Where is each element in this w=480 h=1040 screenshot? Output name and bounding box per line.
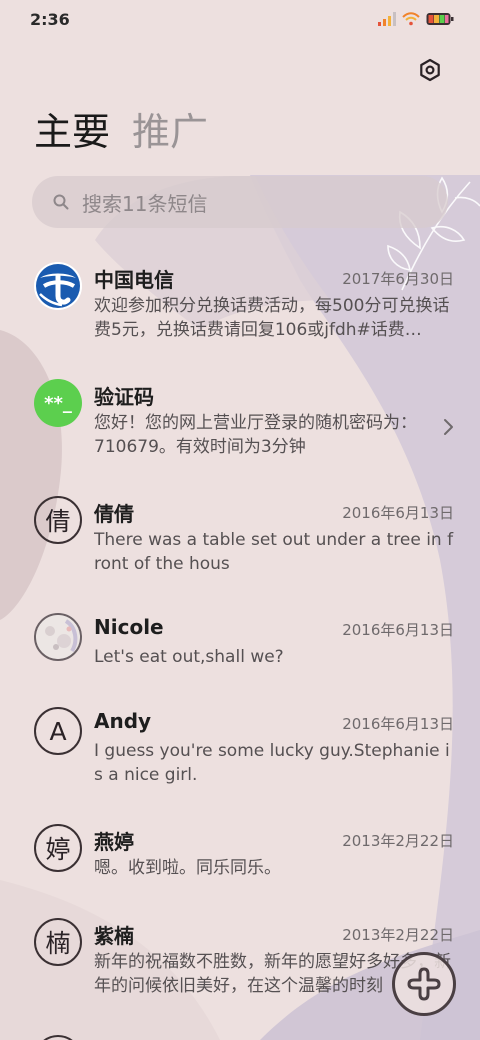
conversation-name: Andy — [94, 709, 152, 733]
status-time: 2:36 — [30, 10, 70, 29]
conversation-name: 倩倩 — [94, 502, 134, 526]
verification-code-avatar: **_ — [34, 379, 82, 427]
avatar-letter: 倩 — [45, 507, 71, 536]
conversation-list: 中国电信 2017年6月30日 欢迎参加积分兑换话费活动，每500分可兑换话费5… — [0, 240, 480, 1040]
conversation-preview: 嗯。收到啦。同乐同乐。 — [94, 858, 281, 878]
avatar-letter: 楠 — [45, 929, 71, 958]
tab-primary[interactable]: 主要 — [34, 106, 110, 158]
avatar-letter: 婷 — [45, 835, 71, 864]
avatar — [34, 1035, 82, 1040]
conversation-name: Nicole — [94, 615, 164, 639]
search-icon — [52, 193, 70, 211]
conversation-item-qianqian[interactable]: 倩 倩倩 2016年6月13日 There was a table set ou… — [0, 474, 480, 590]
conversation-date: 2016年6月13日 — [342, 504, 454, 522]
settings-button[interactable] — [414, 54, 446, 86]
avatar: 婷 — [34, 824, 82, 872]
avatar: 楠 — [34, 918, 82, 966]
conversation-name: 中国电信 — [94, 268, 174, 292]
signal-icon — [378, 12, 396, 26]
search-input[interactable]: 搜索11条短信 — [32, 176, 448, 228]
wifi-icon — [402, 12, 420, 26]
conversation-item-nicole[interactable]: Nicole 2016年6月13日 Let's eat out,shall we… — [0, 591, 480, 684]
settings-icon — [420, 58, 440, 82]
conversation-date: 2013年2月22日 — [342, 832, 454, 850]
avatar-text: **_ — [44, 392, 72, 414]
conversation-date: 2016年6月13日 — [342, 621, 454, 639]
avatar: A — [34, 707, 82, 755]
conversation-name: 燕婷 — [94, 830, 134, 854]
conversation-preview: Let's eat out,shall we? — [94, 647, 284, 667]
conversation-date: 2017年6月30日 — [342, 270, 454, 288]
china-telecom-logo-icon — [34, 262, 82, 310]
conversation-item-verification-code[interactable]: **_ 验证码 您好！您的网上营业厅登录的随机密码为：710679。有效时间为3… — [0, 357, 480, 473]
conversation-preview: 您好！您的网上营业厅登录的随机密码为：710679。有效时间为3分钟 — [94, 413, 417, 457]
conversation-item-china-telecom[interactable]: 中国电信 2017年6月30日 欢迎参加积分兑换话费活动，每500分可兑换话费5… — [0, 240, 480, 356]
search-placeholder: 搜索11条短信 — [82, 191, 208, 216]
conversation-name: 验证码 — [94, 385, 154, 409]
status-bar: 2:36 — [0, 0, 480, 40]
conversation-preview: 欢迎参加积分兑换话费活动，每500分可兑换话费5元，兑换话费请回复106或jfd… — [94, 296, 450, 340]
conversation-item-andy[interactable]: A Andy 2016年6月13日 I guess you're some lu… — [0, 685, 480, 801]
avatar-letter: A — [49, 716, 67, 746]
avatar: 倩 — [34, 496, 82, 544]
conversation-item-yanting[interactable]: 婷 燕婷 2013年2月22日 嗯。收到啦。同乐同乐。 — [0, 802, 480, 895]
battery-icon — [426, 13, 454, 25]
tab-bar: 主要 推广 — [34, 106, 208, 158]
plus-icon — [407, 967, 441, 1001]
conversation-date: 2016年6月13日 — [342, 715, 454, 733]
tab-promotions[interactable]: 推广 — [132, 106, 208, 158]
new-message-button[interactable] — [392, 952, 456, 1016]
moon-photo-icon — [34, 613, 82, 661]
conversation-preview: There was a table set out under a tree i… — [94, 530, 454, 574]
conversation-name: 紫楠 — [94, 924, 134, 948]
conversation-date: 2013年2月22日 — [342, 926, 454, 944]
conversation-item-ziling[interactable]: 子玲 — [0, 1013, 480, 1040]
chevron-right-icon[interactable] — [442, 417, 456, 437]
status-icons — [378, 12, 454, 26]
conversation-preview: I guess you're some lucky guy.Stephanie … — [94, 741, 450, 785]
